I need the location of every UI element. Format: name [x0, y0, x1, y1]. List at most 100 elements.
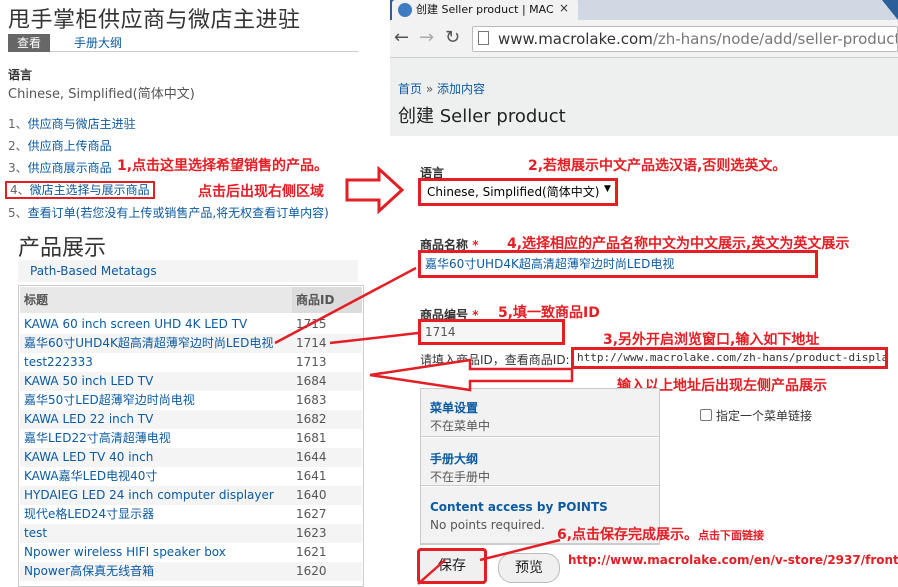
table-row: KAWA 50 inch LED TV 1684 — [20, 372, 362, 391]
menu-link-checkbox-label: 指定一个菜单链接 — [716, 409, 813, 423]
vertical-tab-title[interactable]: 手册大纲 — [430, 450, 478, 467]
product-id-cell: 1621 — [296, 545, 327, 559]
browser-tab[interactable]: 创建 Seller product | MAC — [392, 0, 580, 20]
annotation-step-3: 3,另外开启浏览窗口,输入如下地址 — [603, 332, 820, 348]
product-title-link[interactable]: Npower wireless HIFI speaker box — [24, 543, 226, 562]
annotation-click-result: 点击后出现右侧区域 — [198, 184, 324, 200]
product-title-link[interactable]: KAWA嘉华LED电视40寸 — [24, 467, 157, 486]
annotation-step-2: 2,若想展示中文产品选汉语,否则选英文。 — [528, 158, 787, 174]
language-select[interactable]: Chinese, Simplified(简体中文) — [418, 178, 618, 206]
table-row: 嘉华LED22寸高清超薄电视 1681 — [20, 429, 362, 448]
table-row: KAWA嘉华LED电视40寸 1641 — [20, 467, 362, 486]
product-title-link[interactable]: 嘉华50寸LED超薄窄边时尚电视 — [24, 391, 195, 410]
step-link[interactable]: 供应商展示商品 — [28, 161, 112, 175]
product-title-link[interactable]: test — [24, 524, 47, 543]
annotation-step-6-main: 6,点击保存完成展示。 — [557, 527, 699, 543]
product-id-cell: 1715 — [296, 317, 327, 331]
table-row: KAWA LED 22 inch TV 1682 — [20, 410, 362, 429]
table-row: test 1623 — [20, 524, 362, 543]
step-item-3[interactable]: 3、供应商展示商品 — [8, 159, 112, 176]
tab-close-icon[interactable]: × — [559, 1, 569, 15]
path-based-metatags-link[interactable]: Path-Based Metatags — [30, 264, 157, 278]
annotation-step-1: 1,点击这里选择希望销售的产品。 — [117, 158, 329, 174]
table-row: 嘉华50寸LED超薄窄边时尚电视 1683 — [20, 391, 362, 410]
product-title-link[interactable]: KAWA 50 inch LED TV — [24, 372, 153, 391]
product-title-link[interactable]: 嘉华LED22寸高清超薄电视 — [24, 429, 171, 448]
product-id-cell: 1683 — [296, 393, 327, 407]
column-header-product-id[interactable]: 商品ID — [292, 287, 362, 313]
big-right-arrow-icon — [345, 166, 405, 214]
table-row: KAWA 60 inch screen UHD 4K LED TV 1715 — [20, 315, 362, 334]
product-title-link[interactable]: 嘉华60寸UHD4K超高清超薄窄边时尚LED电视 — [24, 334, 273, 353]
product-id-cell: 1714 — [296, 336, 327, 350]
table-row: Npower wireless HIFI speaker box 1621 — [20, 543, 362, 562]
browser-tab-title: 创建 Seller product | MAC — [416, 3, 554, 16]
product-title-link[interactable]: 现代e格LED24寸显示器 — [24, 505, 154, 524]
breadcrumb-separator: » — [425, 82, 434, 96]
product-title-link[interactable]: Npower高保真无线音箱 — [24, 562, 154, 581]
product-display-title: 产品展示 — [18, 236, 107, 261]
step-link[interactable]: 微店主选择与展示商品 — [30, 183, 150, 197]
table-row: KAWA LED TV 40 inch 1644 — [20, 448, 362, 467]
product-id-cell: 1713 — [296, 355, 327, 369]
vertical-tab-summary: 不在菜单中 — [430, 419, 491, 433]
product-id-cell: 1627 — [296, 507, 327, 521]
drupal-favicon-icon — [398, 3, 412, 17]
back-arrow-icon[interactable]: ← — [394, 27, 409, 48]
new-tab-button[interactable] — [578, 0, 898, 20]
select-arrow-icon: ▼ — [604, 184, 611, 194]
table-row: HYDAIEG LED 24 inch computer displayer 16… — [20, 486, 362, 505]
annotation-step-6: 6,点击保存完成展示。点击下面链接 — [557, 524, 764, 544]
breadcrumb: 首页 » 添加内容 — [398, 80, 485, 97]
product-title-link[interactable]: KAWA 60 inch screen UHD 4K LED TV — [24, 315, 247, 334]
step-item-2[interactable]: 2、供应商上传商品 — [8, 137, 112, 154]
reload-icon[interactable]: ↻ — [445, 27, 460, 48]
vertical-tab-title[interactable]: 菜单设置 — [430, 399, 478, 416]
vertical-tab-title[interactable]: Content access by POINTS — [430, 500, 608, 514]
product-id-cell: 1682 — [296, 412, 327, 426]
forward-arrow-icon[interactable]: → — [419, 27, 434, 48]
preview-button[interactable]: 预览 — [498, 553, 560, 583]
step-link[interactable]: 供应商与微店主进驻 — [28, 117, 136, 131]
product-display-url-box[interactable]: http://www.macrolake.com/zh-hans/product… — [571, 347, 888, 369]
step-link[interactable]: 查看订单(若您没有上传或销售产品,将无权查看订单内容) — [28, 206, 329, 220]
product-code-input[interactable]: 1714 — [418, 319, 565, 345]
step-item-4-highlighted[interactable]: 4、微店主选择与展示商品 — [5, 181, 155, 199]
language-label: 语言 — [8, 68, 33, 82]
product-name-input[interactable]: 嘉华60寸UHD4K超高清超薄窄边时尚LED电视 — [418, 250, 818, 278]
save-button[interactable]: 保存 — [417, 548, 487, 584]
store-front-link[interactable]: http://www.macrolake.com/en/v-store/2937… — [568, 553, 898, 567]
product-id-cell: 1684 — [296, 374, 327, 388]
product-id-cell: 1681 — [296, 431, 327, 445]
url-bar[interactable]: www.macrolake.com/zh-hans/node/add/selle… — [472, 26, 898, 52]
product-title-link[interactable]: KAWA LED 22 inch TV — [24, 410, 153, 429]
breadcrumb-home[interactable]: 首页 — [398, 82, 422, 96]
url-path: /zh-hans/node/add/seller-product — [652, 30, 898, 48]
step-number: 5、 — [8, 206, 28, 220]
product-title-link[interactable]: KAWA LED TV 40 inch — [24, 448, 153, 467]
vertical-tab-summary: No points required. — [430, 518, 545, 532]
step-item-5[interactable]: 5、查看订单(若您没有上传或销售产品,将无权查看订单内容) — [8, 204, 329, 221]
column-header-title[interactable]: 标题 — [20, 287, 292, 313]
step-number: 2、 — [8, 139, 28, 153]
site-title: 甩手掌柜供应商与微店主进驻 — [8, 8, 301, 33]
product-id-cell: 1641 — [296, 469, 327, 483]
step-link[interactable]: 供应商上传商品 — [28, 139, 112, 153]
menu-link-checkbox[interactable] — [700, 409, 712, 421]
product-title-link[interactable]: HYDAIEG LED 24 inch computer displayer — [24, 486, 274, 505]
table-row: 现代e格LED24寸显示器 1627 — [20, 505, 362, 524]
table-row: 嘉华60寸UHD4K超高清超薄窄边时尚LED电视 1714 — [20, 334, 362, 353]
tab-view[interactable]: 查看 — [8, 34, 51, 52]
step-item-1[interactable]: 1、供应商与微店主进驻 — [8, 115, 136, 132]
vertical-tab-summary: 不在手册中 — [430, 470, 491, 484]
tab-manual-outline[interactable]: 手册大纲 — [74, 34, 122, 52]
url-host: www.macrolake.com — [498, 30, 653, 48]
language-value: Chinese, Simplified(简体中文) — [8, 87, 195, 102]
product-id-cell: 1644 — [296, 450, 327, 464]
page-title: 创建 Seller product — [398, 106, 566, 127]
node-tab-bar — [8, 34, 358, 52]
product-id-cell: 1620 — [296, 564, 327, 578]
product-title-link[interactable]: test222333 — [24, 353, 93, 372]
step-number: 4、 — [10, 183, 30, 197]
breadcrumb-add-content[interactable]: 添加内容 — [437, 82, 485, 96]
